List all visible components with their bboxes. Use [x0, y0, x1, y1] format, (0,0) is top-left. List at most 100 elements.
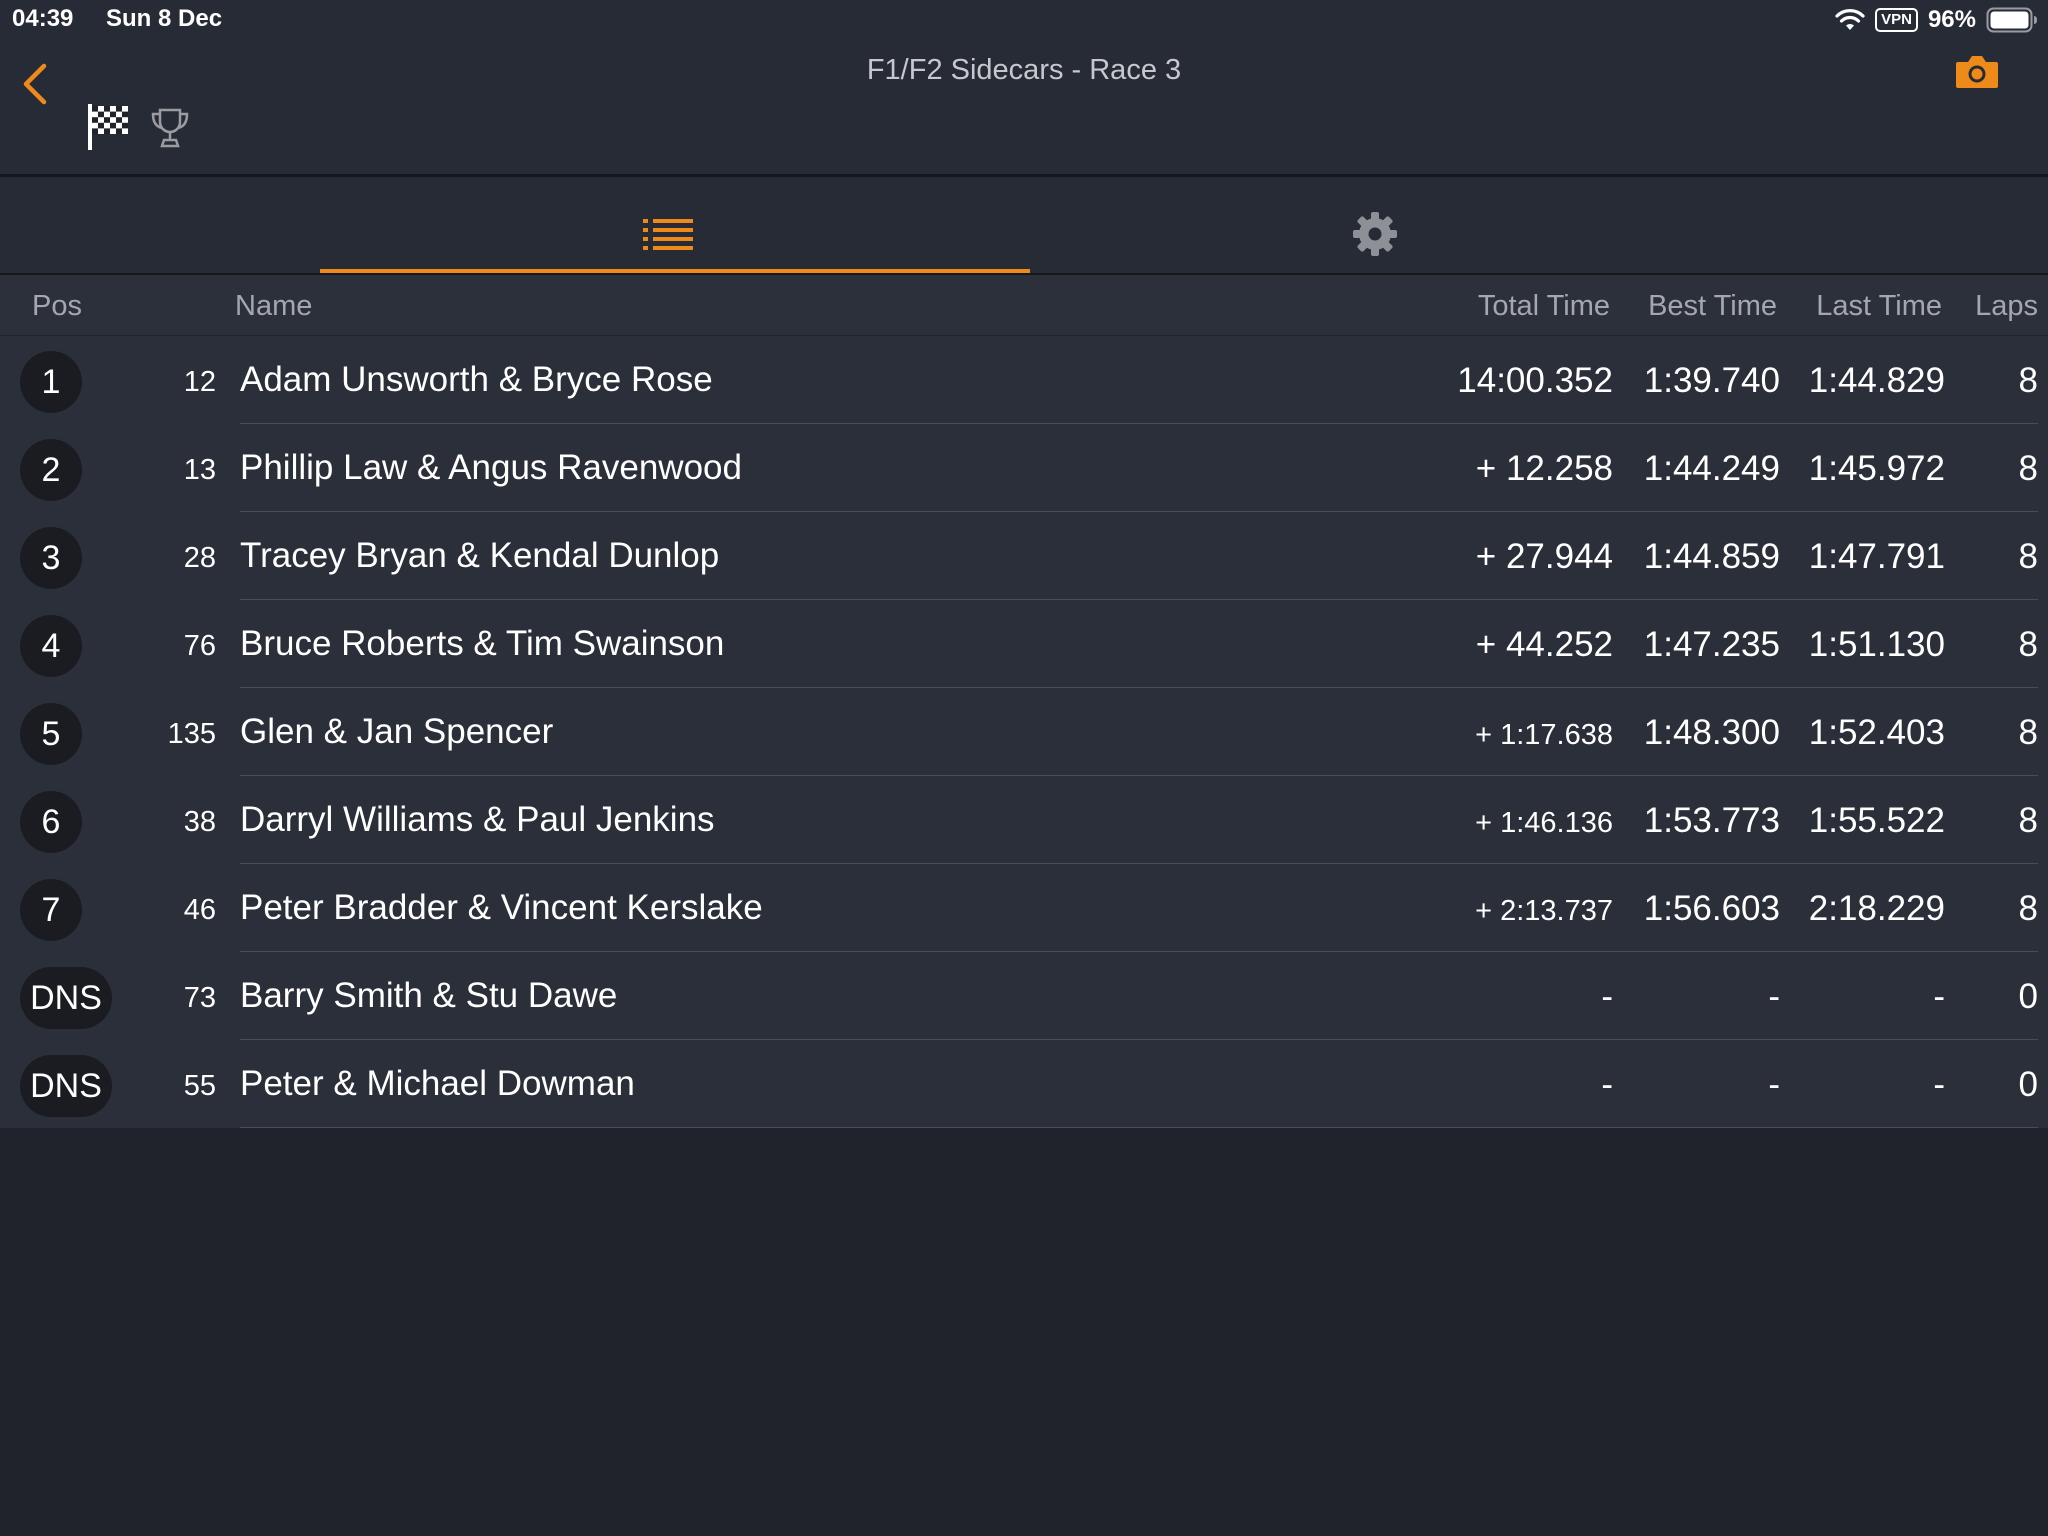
total-time: + 1:17.638	[1475, 719, 1613, 751]
last-time: 1:47.791	[1808, 537, 1945, 576]
total-time: 14:00.352	[1457, 361, 1613, 400]
total-time: + 44.252	[1475, 625, 1613, 664]
position-badge: DNS	[20, 1055, 112, 1117]
laps: 8	[2018, 713, 2038, 752]
trophy-icon[interactable]	[150, 106, 190, 150]
total-time: -	[1601, 977, 1613, 1016]
best-time: 1:44.249	[1643, 449, 1780, 488]
car-number: 38	[183, 806, 216, 838]
last-time: 1:55.522	[1808, 801, 1945, 840]
driver-name: Barry Smith & Stu Dawe	[240, 976, 618, 1015]
driver-name: Phillip Law & Angus Ravenwood	[240, 448, 742, 487]
column-header-name[interactable]: Name	[235, 290, 312, 323]
total-time: + 27.944	[1475, 537, 1613, 576]
results-table-body: 1 12 Adam Unsworth & Bryce Rose 14:00.35…	[0, 336, 2048, 1128]
column-header-last-time[interactable]: Last Time	[1816, 290, 1942, 323]
total-time: + 12.258	[1475, 449, 1613, 488]
status-time: 04:39	[12, 5, 74, 32]
car-number: 46	[183, 894, 216, 926]
column-header-total-time[interactable]: Total Time	[1478, 290, 1610, 323]
position-badge: 6	[20, 791, 82, 853]
battery-percentage: 96%	[1927, 6, 1976, 33]
last-time: 1:52.403	[1808, 713, 1945, 752]
car-number: 135	[167, 718, 216, 750]
gear-icon	[1353, 212, 1397, 256]
best-time: -	[1768, 1065, 1780, 1104]
laps: 8	[2018, 449, 2038, 488]
best-time: 1:44.859	[1643, 537, 1780, 576]
last-time: 1:44.829	[1808, 361, 1945, 400]
best-time: 1:47.235	[1643, 625, 1780, 664]
view-tabs	[0, 177, 2048, 275]
driver-name: Bruce Roberts & Tim Swainson	[240, 624, 725, 663]
driver-name: Darryl Williams & Paul Jenkins	[240, 800, 715, 839]
car-number: 73	[183, 982, 216, 1014]
position-badge: 4	[20, 615, 82, 677]
tab-results-list[interactable]	[320, 177, 1030, 273]
camera-icon[interactable]	[1954, 52, 2000, 92]
driver-name: Peter & Michael Dowman	[240, 1064, 635, 1103]
laps: 8	[2018, 625, 2038, 664]
laps: 8	[2018, 889, 2038, 928]
laps: 8	[2018, 537, 2038, 576]
best-time: -	[1768, 977, 1780, 1016]
laps: 8	[2018, 361, 2038, 400]
app-header: F1/F2 Sidecars - Race 3	[0, 40, 2048, 177]
table-row[interactable]: 7 46 Peter Bradder & Vincent Kerslake + …	[0, 864, 2048, 952]
table-row[interactable]: DNS 73 Barry Smith & Stu Dawe - - - 0	[0, 952, 2048, 1040]
total-time: + 1:46.136	[1475, 807, 1613, 839]
laps: 0	[2018, 977, 2038, 1016]
table-row[interactable]: 5 135 Glen & Jan Spencer + 1:17.638 1:48…	[0, 688, 2048, 776]
list-icon	[643, 219, 693, 250]
driver-name: Peter Bradder & Vincent Kerslake	[240, 888, 763, 927]
table-row[interactable]: 4 76 Bruce Roberts & Tim Swainson + 44.2…	[0, 600, 2048, 688]
best-time: 1:56.603	[1643, 889, 1780, 928]
row-divider	[240, 1127, 2038, 1128]
car-number: 55	[183, 1070, 216, 1102]
driver-name: Glen & Jan Spencer	[240, 712, 554, 751]
status-bar: 04:39 Sun 8 Dec VPN 96%	[0, 0, 2048, 40]
table-row[interactable]: 2 13 Phillip Law & Angus Ravenwood + 12.…	[0, 424, 2048, 512]
last-time: -	[1933, 1065, 1945, 1104]
wifi-icon	[1835, 9, 1865, 30]
checkered-flag-icon[interactable]	[86, 102, 132, 152]
laps: 0	[2018, 1065, 2038, 1104]
car-number: 76	[183, 630, 216, 662]
driver-name: Tracey Bryan & Kendal Dunlop	[240, 536, 720, 575]
best-time: 1:48.300	[1643, 713, 1780, 752]
car-number: 28	[183, 542, 216, 574]
table-row[interactable]: 1 12 Adam Unsworth & Bryce Rose 14:00.35…	[0, 336, 2048, 424]
best-time: 1:53.773	[1643, 801, 1780, 840]
position-badge: 3	[20, 527, 82, 589]
last-time: -	[1933, 977, 1945, 1016]
total-time: + 2:13.737	[1475, 895, 1613, 927]
column-header-laps[interactable]: Laps	[1975, 290, 2038, 323]
position-badge: 1	[20, 351, 82, 413]
position-badge: 5	[20, 703, 82, 765]
column-header-best-time[interactable]: Best Time	[1648, 290, 1777, 323]
page-title: F1/F2 Sidecars - Race 3	[866, 54, 1182, 86]
total-time: -	[1601, 1065, 1613, 1104]
best-time: 1:39.740	[1643, 361, 1780, 400]
last-time: 1:45.972	[1808, 449, 1945, 488]
race-results-screen: 04:39 Sun 8 Dec VPN 96% F1/F2 Sidecars -…	[0, 0, 2048, 1536]
column-header-pos[interactable]: Pos	[32, 290, 82, 323]
table-row[interactable]: DNS 55 Peter & Michael Dowman - - - 0	[0, 1040, 2048, 1128]
status-date: Sun 8 Dec	[106, 5, 223, 32]
driver-name: Adam Unsworth & Bryce Rose	[240, 360, 713, 399]
car-number: 12	[183, 366, 216, 398]
position-badge: 7	[20, 879, 82, 941]
tab-settings[interactable]	[1030, 177, 1720, 273]
position-badge: DNS	[20, 967, 112, 1029]
table-row[interactable]: 6 38 Darryl Williams & Paul Jenkins + 1:…	[0, 776, 2048, 864]
last-time: 2:18.229	[1808, 889, 1945, 928]
car-number: 13	[183, 454, 216, 486]
battery-icon	[1986, 7, 2037, 33]
laps: 8	[2018, 801, 2038, 840]
status-indicators: VPN 96%	[1835, 5, 2038, 35]
vpn-badge: VPN	[1875, 8, 1918, 32]
last-time: 1:51.130	[1808, 625, 1945, 664]
results-table-header: Pos Name Total Time Best Time Last Time …	[0, 275, 2048, 335]
position-badge: 2	[20, 439, 82, 501]
table-row[interactable]: 3 28 Tracey Bryan & Kendal Dunlop + 27.9…	[0, 512, 2048, 600]
